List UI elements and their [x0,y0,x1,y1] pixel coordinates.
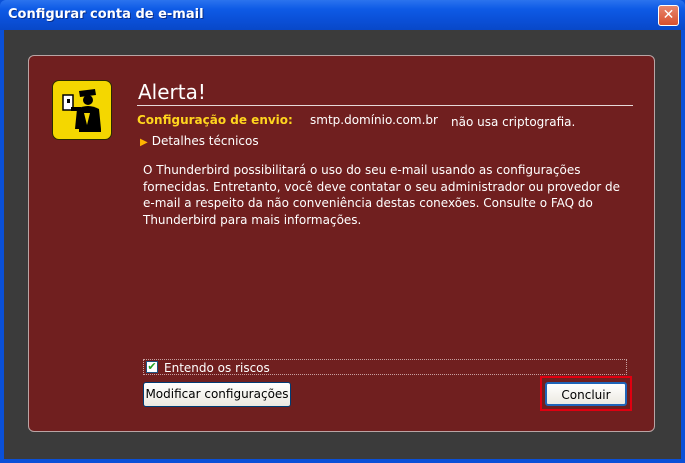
smtp-server-value: smtp.domínio.com.br [310,113,438,127]
outgoing-config-label: Configuração de envio: [137,113,293,127]
risk-checkbox[interactable]: ✔ [146,361,158,373]
checkmark-icon: ✔ [147,360,157,373]
technical-details-label: Detalhes técnicos [151,134,259,148]
expand-triangle-icon: ▶ [140,137,148,148]
window-title: Configurar conta de e-mail [8,7,204,22]
alert-heading: Alerta! [138,80,206,104]
modify-settings-button[interactable]: Modificar configurações [143,382,291,407]
alert-message: O Thunderbird possibilitará o uso do seu… [143,163,620,227]
done-button[interactable]: Concluir [545,382,627,406]
guard-icon [52,80,112,140]
encryption-note: não usa criptografia. [451,115,576,129]
technical-details-toggle[interactable]: ▶ Detalhes técnicos [140,134,259,148]
close-button[interactable]: ✕ [658,5,679,26]
heading-divider [137,105,633,106]
risk-label[interactable]: Entendo os riscos [164,361,270,375]
title-bar[interactable]: Configurar conta de e-mail ✕ [0,0,685,30]
risk-checkbox-row[interactable]: ✔ Entendo os riscos [143,359,627,375]
close-icon: ✕ [662,7,675,23]
